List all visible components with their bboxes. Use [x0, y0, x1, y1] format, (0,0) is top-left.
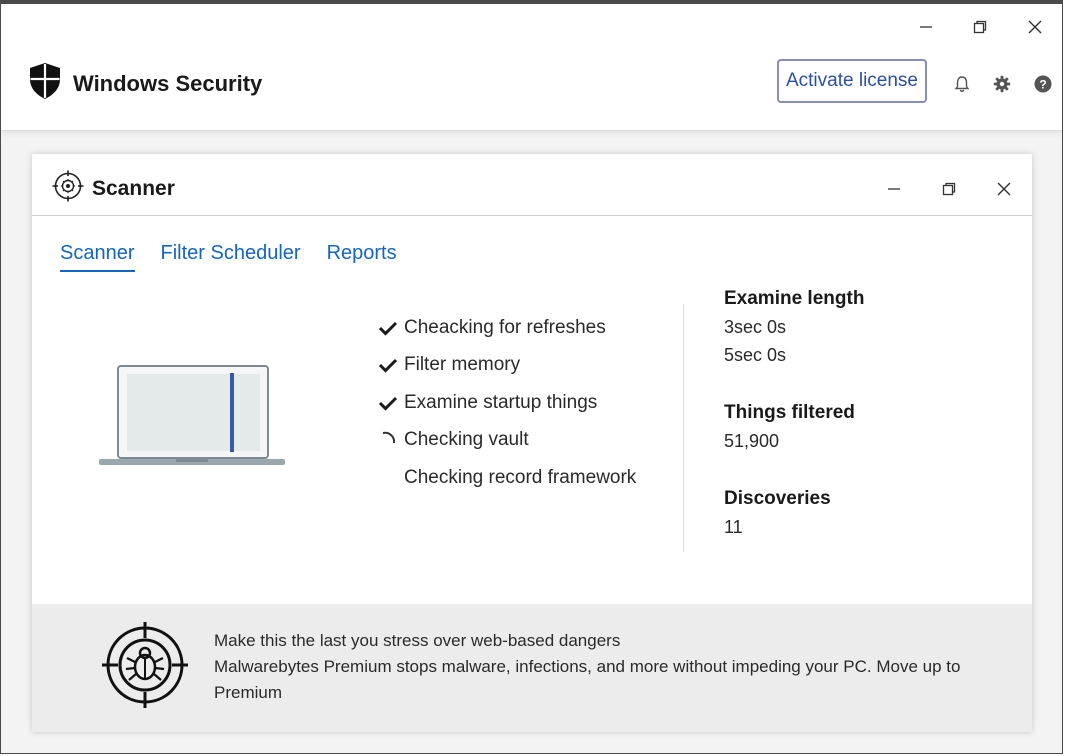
divider [683, 304, 684, 552]
app-brand: Windows Security [27, 62, 262, 105]
step-label: Cheacking for refreshes [404, 316, 606, 338]
panel-close-icon[interactable] [987, 174, 1021, 204]
step-label: Checking record framework [404, 466, 637, 488]
step-label: Examine startup things [404, 391, 598, 413]
title-bar: Windows Security Activate license ? [1, 4, 1062, 131]
app-title: Windows Security [73, 70, 263, 96]
list-item: Cheacking for refreshes [378, 309, 636, 347]
scan-stats: Examine length 3sec 0s 5sec 0s Things fi… [724, 288, 864, 538]
minimize-icon[interactable] [906, 12, 946, 42]
bell-icon[interactable] [952, 74, 972, 94]
activate-license-button[interactable]: Activate license [777, 59, 927, 103]
things-filtered-label: Things filtered [724, 402, 855, 423]
list-item: Checking vault [378, 422, 636, 460]
restore-icon[interactable] [960, 12, 1000, 42]
panel-restore-icon[interactable] [932, 174, 966, 204]
step-label: Checking vault [404, 429, 529, 451]
checkmark-icon [378, 357, 404, 373]
panel-header: Scanner [32, 154, 1032, 216]
promo-text: Make this the last you stress over web-b… [214, 628, 1014, 706]
panel-title: Scanner [92, 176, 175, 200]
promo-headline: Make this the last you stress over web-b… [214, 631, 621, 650]
svg-text:?: ? [1039, 78, 1046, 92]
examine-length-value-2: 5sec 0s [724, 345, 787, 365]
panel-brand: Scanner [52, 170, 175, 207]
tab-reports[interactable]: Reports [327, 242, 397, 272]
step-label: Filter memory [404, 354, 521, 376]
examine-length-label: Examine length [724, 288, 865, 309]
shield-icon [27, 62, 63, 105]
examine-length-value: 3sec 0s [724, 317, 787, 337]
scanner-panel: Scanner Scanner Filter Scheduler Reports [32, 154, 1032, 732]
premium-promo-banner: Make this the last you stress over web-b… [32, 604, 1032, 732]
bug-target-icon [102, 622, 188, 713]
help-icon[interactable]: ? [1033, 74, 1053, 94]
promo-body[interactable]: Malwarebytes Premium stops malware, infe… [214, 654, 1014, 706]
scan-steps-list: Cheacking for refreshes Filter memory Ex… [378, 309, 636, 497]
scanner-crosshair-icon [52, 170, 84, 207]
tab-filter-scheduler[interactable]: Filter Scheduler [161, 242, 301, 272]
discoveries-label: Discoveries [724, 488, 831, 509]
tab-scanner[interactable]: Scanner [60, 242, 135, 272]
close-icon[interactable] [1015, 12, 1055, 42]
list-item: Filter memory [378, 347, 636, 385]
list-item: Checking record framework [378, 459, 636, 497]
gear-icon[interactable] [992, 74, 1012, 94]
spinner-icon [378, 430, 404, 450]
app-window: Windows Security Activate license ? Scan… [0, 0, 1063, 754]
panel-minimize-icon[interactable] [877, 174, 911, 204]
tab-bar: Scanner Filter Scheduler Reports [60, 242, 423, 272]
checkmark-icon [378, 395, 404, 411]
discoveries-value: 11 [724, 517, 743, 537]
checkmark-icon [378, 320, 404, 336]
things-filtered-value: 51,900 [724, 431, 780, 451]
list-item: Examine startup things [378, 384, 636, 422]
laptop-illustration [96, 364, 288, 475]
